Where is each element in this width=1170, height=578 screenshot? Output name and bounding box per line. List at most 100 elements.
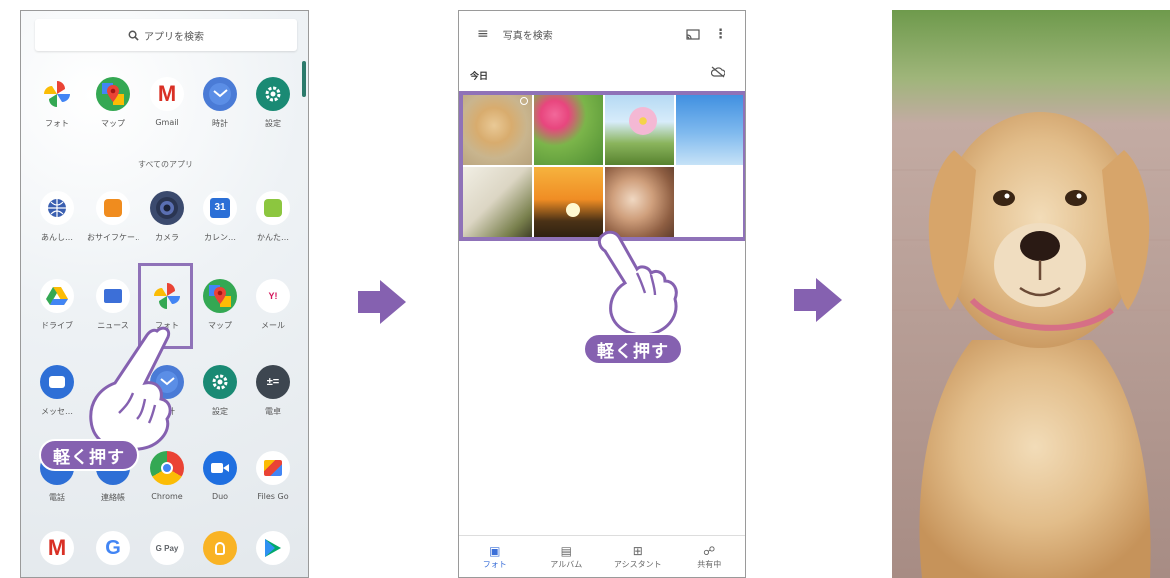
app-label: 設定 (212, 407, 228, 416)
app-search-bar[interactable]: アプリを検索 (35, 19, 297, 51)
app-label: フォト (45, 119, 69, 128)
app-label: カレン… (204, 233, 236, 242)
app-gmail[interactable]: M Gmail (141, 77, 193, 127)
app-label: かんた… (257, 233, 289, 242)
camera-lens-icon (150, 191, 184, 225)
app-anshin[interactable]: あんし… (31, 191, 83, 243)
phone-photos-screen: ≡ 写真を検索 ⋮ 今日 軽く押す ▣ フォト ▤ アルバム ⊞ アシスタント … (458, 10, 746, 578)
app-clock[interactable]: 時計 (194, 77, 246, 129)
app-label: カメラ (155, 233, 179, 242)
assistant-tab-icon: ⊞ (632, 544, 643, 558)
bulb-icon (203, 531, 237, 565)
all-apps-heading: すべてのアプリ (137, 160, 194, 169)
more-options-icon[interactable]: ⋮ (714, 27, 727, 42)
maps-pin-icon (203, 279, 237, 313)
settings-gear-icon (203, 365, 237, 399)
app-bulb[interactable] (194, 531, 246, 565)
nav-tab-label: 共有中 (697, 560, 722, 569)
next-step-arrow-icon (794, 278, 842, 322)
app-label: メール (261, 321, 285, 330)
highlight-box-photo-grid (459, 91, 745, 241)
album-tab-icon: ▤ (560, 544, 572, 558)
app-label: Chrome (151, 492, 183, 501)
app-maps[interactable]: マップ (87, 77, 139, 129)
sharing-tab-icon: ☍ (703, 544, 716, 558)
osaifu-wallet-icon (96, 191, 130, 225)
maps-pin-icon (96, 77, 130, 111)
app-camera[interactable]: カメラ (141, 191, 193, 243)
nav-tab-assistant[interactable]: ⊞ アシスタント (608, 543, 668, 570)
app-label: マップ (101, 119, 125, 128)
app-settings-2[interactable]: 設定 (194, 365, 246, 417)
app-settings[interactable]: 設定 (247, 77, 299, 129)
messages-bubble-icon (40, 365, 74, 399)
nav-tab-label: フォト (482, 560, 507, 569)
anshin-globe-icon (40, 191, 74, 225)
app-kantan[interactable]: かんた… (247, 191, 299, 243)
app-label: あんし… (41, 233, 73, 242)
next-step-arrow-icon (358, 280, 406, 324)
news-gs-icon (96, 279, 130, 313)
app-google[interactable]: G (87, 531, 139, 565)
play-store-icon (256, 531, 290, 565)
app-osaifu[interactable]: おサイフケー… (87, 191, 139, 243)
app-calculator[interactable]: ±= 電卓 (247, 365, 299, 417)
yahoo-mail-icon: Y! (256, 279, 290, 313)
search-icon (128, 30, 139, 41)
app-label: Gmail (155, 118, 179, 127)
app-maps-2[interactable]: マップ (194, 279, 246, 331)
dog-photo-fullscreen[interactable] (892, 10, 1170, 578)
app-duo[interactable]: Duo (194, 451, 246, 501)
nav-tab-photos[interactable]: ▣ フォト (465, 543, 525, 570)
scroll-indicator[interactable] (302, 61, 306, 97)
phone-app-drawer-screen: アプリを検索 フォト マップ M Gmail 時計 設定 すべてのアプリ あんし… (20, 10, 309, 578)
app-label: 電話 (49, 493, 65, 502)
app-mail[interactable]: Y! メール (247, 279, 299, 331)
photo-tab-icon: ▣ (489, 544, 501, 558)
app-calendar[interactable]: 31 カレン… (194, 191, 246, 243)
section-today-heading: 今日 (470, 72, 489, 82)
app-gmail-dock[interactable]: M (31, 531, 83, 565)
app-label: 電卓 (265, 407, 281, 416)
app-search-placeholder: アプリを検索 (144, 31, 204, 43)
photos-pinwheel-icon (40, 77, 74, 111)
kantan-icon (256, 191, 290, 225)
clock-icon (203, 77, 237, 111)
photos-bottom-nav: ▣ フォト ▤ アルバム ⊞ アシスタント ☍ 共有中 (459, 535, 745, 577)
gmail-m-icon: M (40, 531, 74, 565)
calendar-number: 31 (210, 198, 230, 218)
nav-tab-label: アシスタント (613, 560, 662, 569)
app-files-go[interactable]: Files Go (247, 451, 299, 501)
app-gpay[interactable]: G Pay (141, 531, 193, 565)
tapping-hand-icon (597, 230, 678, 337)
google-g-icon: G (96, 531, 130, 565)
nav-tab-label: アルバム (550, 560, 583, 569)
tap-lightly-label: 軽く押す (583, 333, 683, 365)
tap-lightly-label: 軽く押す (39, 439, 139, 471)
files-go-icon (256, 451, 290, 485)
menu-icon[interactable]: ≡ (477, 26, 489, 42)
app-label: おサイフケー… (87, 233, 139, 242)
calendar-31-icon: 31 (203, 191, 237, 225)
photos-search-field[interactable]: 写真を検索 (503, 27, 553, 42)
app-label: Files Go (257, 492, 289, 501)
app-label: 連絡帳 (101, 493, 125, 502)
app-photos[interactable]: フォト (31, 77, 83, 129)
app-label: 設定 (265, 119, 281, 128)
gpay-icon: G Pay (150, 531, 184, 565)
app-label: 時計 (212, 119, 228, 128)
phone-photo-viewer-screen (892, 10, 1170, 578)
settings-gear-icon (256, 77, 290, 111)
duo-video-icon (203, 451, 237, 485)
nav-tab-albums[interactable]: ▤ アルバム (536, 543, 596, 570)
cast-icon[interactable] (686, 28, 700, 40)
app-label: Duo (211, 492, 229, 501)
nav-tab-sharing[interactable]: ☍ 共有中 (679, 543, 739, 570)
app-play-store[interactable] (247, 531, 299, 565)
gmail-m-icon: M (150, 77, 184, 111)
app-label: マップ (208, 321, 232, 330)
photos-top-bar: ≡ 写真を検索 ⋮ (459, 11, 745, 57)
cloud-off-icon[interactable] (711, 66, 725, 78)
calculator-icon: ±= (256, 365, 290, 399)
drive-triangle-icon (40, 279, 74, 313)
